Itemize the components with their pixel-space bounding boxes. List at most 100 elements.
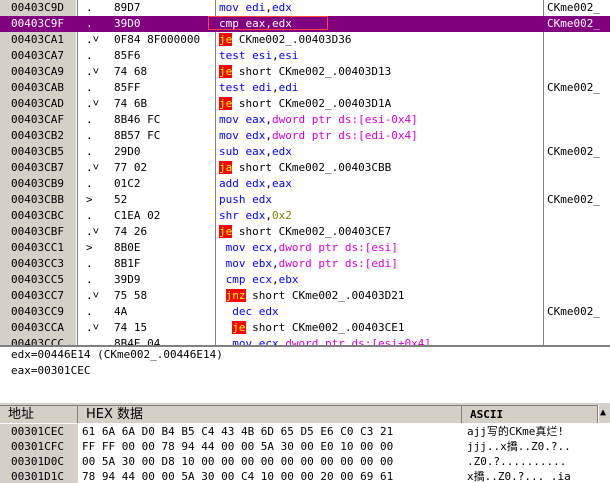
disasm-flow-mark: . xyxy=(86,1,93,14)
disasm-row[interactable]: 00403CB5. 29D0 sub eax,edx CKme002_ xyxy=(0,144,610,160)
disasm-instruction: mov ebx,dword ptr ds:[edi] xyxy=(225,257,398,270)
dump-row[interactable]: 00301CEC 61 6A 6A D0 B4 B5 C4 43 4B 6D 65… xyxy=(0,424,610,439)
disasm-flow-mark: > xyxy=(86,241,93,254)
dump-ascii: x撟..Z0.?... .ia xyxy=(467,470,571,483)
disasm-instruction: je CKme002_.00403D36 xyxy=(219,33,352,46)
info-line-edx: edx=00446E14 (CKme002_.00446E14) xyxy=(11,348,223,361)
disasm-row[interactable]: 00403CC3. 8B1F mov ebx,dword ptr ds:[edi] xyxy=(0,256,610,272)
disasm-hex: 8B1F xyxy=(114,257,141,270)
disasm-address: 00403CC5 xyxy=(0,272,76,288)
disasm-hex: 01C2 xyxy=(114,177,141,190)
disasm-hex: 74 6B xyxy=(114,97,148,110)
hex-dump-pane[interactable]: 00301CEC 61 6A 6A D0 B4 B5 C4 43 4B 6D 65… xyxy=(0,423,610,483)
dump-hex: FF FF 00 00 78 94 44 00 00 5A 30 00 E0 1… xyxy=(82,440,394,453)
disasm-instruction: mov edx,dword ptr ds:[edi-0x4] xyxy=(219,129,418,142)
disasm-flow-mark: . xyxy=(86,81,93,94)
disasm-row[interactable]: 00403CB7 .˅ 77 02 ja short CKme002_.00403CB… xyxy=(0,160,610,176)
disasm-row[interactable]: 00403CCA .˅ 74 15 je short CKme002_.00403C… xyxy=(0,320,610,336)
disasm-comment: CKme002_ xyxy=(547,145,600,158)
disasm-address: 00403CC7 xyxy=(0,288,76,304)
disasm-row[interactable]: 00403CCC. 8B4E 04 mov ecx,dword ptr ds:[e… xyxy=(0,336,610,345)
disasm-instruction: mov eax,dword ptr ds:[esi-0x4] xyxy=(219,113,418,126)
dump-ascii: .Z0.?.......... xyxy=(467,455,567,468)
disasm-comment: CKme002_ xyxy=(547,17,600,30)
disasm-hex: 74 15 xyxy=(114,321,148,334)
disassembly-pane[interactable]: 00403C9D. 89D7 mov edi,edx CKme002_ 00403C9F… xyxy=(0,0,610,345)
disasm-instruction: push edx xyxy=(219,193,272,206)
disasm-comment: CKme002_ xyxy=(547,81,600,94)
dump-row[interactable]: 00301D1C 78 94 44 00 00 5A 30 00 C4 10 00… xyxy=(0,469,610,483)
disasm-row[interactable]: 00403CBF .˅ 74 26 je short CKme002_.00403CE… xyxy=(0,224,610,240)
disasm-row[interactable]: 00403CC7 .˅ 75 58 jnz short CKme002_.00403… xyxy=(0,288,610,304)
dump-row[interactable]: 00301D0C 00 5A 30 00 D8 10 00 00 00 00 00… xyxy=(0,454,610,469)
disasm-flow-mark: . xyxy=(86,177,93,190)
disasm-row[interactable]: 00403C9D. 89D7 mov edi,edx CKme002_ xyxy=(0,0,610,16)
disasm-row[interactable]: 00403CA9 .˅ 74 68 je short CKme002_.00403D1… xyxy=(0,64,610,80)
disasm-hex: 75 58 xyxy=(114,289,148,302)
disasm-instruction: test esi,esi xyxy=(219,49,299,62)
dump-row[interactable]: 00301CFC FF FF 00 00 78 94 44 00 00 5A 30… xyxy=(0,439,610,454)
disasm-instruction: cmp ecx,ebx xyxy=(225,273,299,286)
disasm-flow-mark: .˅ xyxy=(86,97,100,110)
disasm-hex: 74 68 xyxy=(114,65,148,78)
disasm-address: 00403CB2 xyxy=(0,128,76,144)
disasm-row[interactable]: 00403CA1 .˅ 0F84 8F000000 je CKme002_.00403… xyxy=(0,32,610,48)
disasm-row[interactable]: 00403CBB >52 push edx CKme002_ xyxy=(0,192,610,208)
disasm-flow-mark: . xyxy=(86,305,93,318)
disasm-hex: 8B57 FC xyxy=(114,129,161,142)
disasm-instruction: ja short CKme002_.00403CBB xyxy=(219,161,392,174)
disasm-row[interactable]: 00403CC1 >8B0E mov ecx,dword ptr ds:[esi] xyxy=(0,240,610,256)
disasm-address: 00403CB7 xyxy=(0,160,76,176)
disasm-row[interactable]: 00403CAD .˅ 74 6B je short CKme002_.00403D1… xyxy=(0,96,610,112)
disasm-hex: 8B4E 04 xyxy=(114,337,161,345)
disasm-row[interactable]: 00403CBC. C1EA 02 shr edx,0x2 xyxy=(0,208,610,224)
dump-hex: 78 94 44 00 00 5A 30 00 C4 10 00 00 20 0… xyxy=(82,470,394,483)
disasm-address: 00403CBC xyxy=(0,208,76,224)
dump-header-ascii[interactable]: ASCII xyxy=(462,406,598,423)
disasm-address: 00403CAD xyxy=(0,96,76,112)
selection-box xyxy=(208,16,328,30)
dump-header: 地址 HEX 数据 ASCII xyxy=(0,405,610,423)
dump-hex: 00 5A 30 00 D8 10 00 00 00 00 00 00 00 0… xyxy=(82,455,394,468)
disasm-flow-mark: . xyxy=(86,49,93,62)
disasm-flow-mark: .˅ xyxy=(86,321,100,334)
dump-header-hex[interactable]: HEX 数据 xyxy=(78,406,462,423)
dump-hex: 61 6A 6A D0 B4 B5 C4 43 4B 6D 65 D5 E6 C… xyxy=(82,425,394,438)
disasm-flow-mark: > xyxy=(86,193,93,206)
disasm-flow-mark: . xyxy=(86,209,93,222)
disasm-row[interactable]: 00403CC5. 39D9 cmp ecx,ebx xyxy=(0,272,610,288)
scroll-up-button[interactable]: ▲ xyxy=(598,405,610,423)
disasm-instruction: mov edi,edx xyxy=(219,1,292,14)
disasm-row[interactable]: 00403CC9. 4A dec edx CKme002_ xyxy=(0,304,610,320)
disasm-hex: 4A xyxy=(114,305,128,318)
disasm-comment: CKme002_ xyxy=(547,193,600,206)
disasm-flow-mark: .˅ xyxy=(86,65,100,78)
dump-header-address[interactable]: 地址 xyxy=(0,406,78,423)
disasm-flow-mark: . xyxy=(86,257,93,270)
disasm-instruction: je short CKme002_.00403CE1 xyxy=(232,321,405,334)
disasm-address: 00403CAB xyxy=(0,80,76,96)
disasm-row[interactable]: 00403CAB. 85FF test edi,edi CKme002_ xyxy=(0,80,610,96)
disasm-row[interactable]: 00403CA7. 85F6 test esi,esi xyxy=(0,48,610,64)
disasm-flow-mark: .˅ xyxy=(86,161,100,174)
disasm-row[interactable]: 00403CB9. 01C2 add edx,eax xyxy=(0,176,610,192)
disasm-instruction: sub eax,edx xyxy=(219,145,292,158)
disasm-flow-mark: .˅ xyxy=(86,225,100,238)
disasm-flow-mark: .˅ xyxy=(86,289,100,302)
info-pane: edx=00446E14 (CKme002_.00446E14) eax=003… xyxy=(0,345,610,403)
disasm-hex: 0F84 8F000000 xyxy=(114,33,201,46)
disasm-hex: 39D0 xyxy=(114,17,141,30)
disasm-instruction: je short CKme002_.00403D13 xyxy=(219,65,392,78)
disasm-instruction: shr edx,0x2 xyxy=(219,209,292,222)
disasm-hex: 52 xyxy=(114,193,128,206)
disasm-row[interactable]: 00403CAF. 8B46 FC mov eax,dword ptr ds:[es… xyxy=(0,112,610,128)
arrow-up-icon: ▲ xyxy=(600,407,607,418)
disasm-hex: 89D7 xyxy=(114,1,141,14)
dump-address: 00301D1C xyxy=(0,469,78,483)
disasm-row[interactable]: 00403CB2. 8B57 FC mov edx,dword ptr ds:[ed… xyxy=(0,128,610,144)
disasm-address: 00403C9D xyxy=(0,0,76,16)
disasm-address: 00403CCA xyxy=(0,320,76,336)
info-line-eax: eax=00301CEC xyxy=(11,364,91,377)
dump-address: 00301CFC xyxy=(0,439,78,454)
disasm-address: 00403CC9 xyxy=(0,304,76,320)
